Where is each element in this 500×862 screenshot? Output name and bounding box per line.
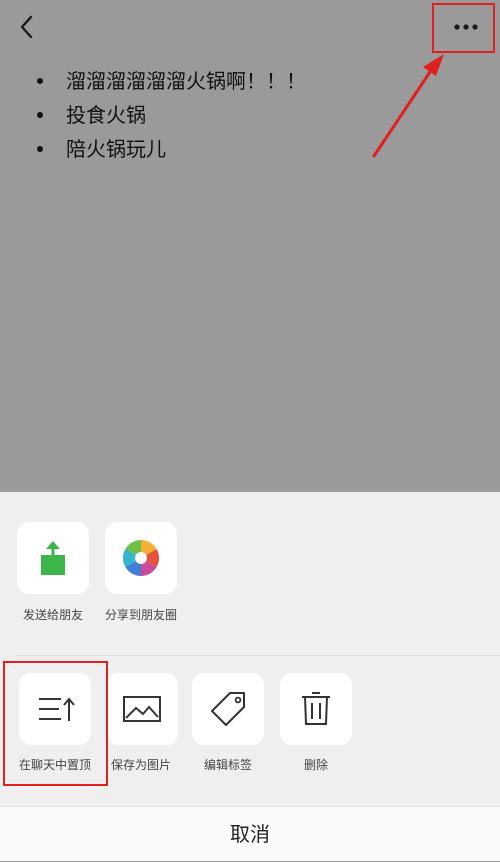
send-to-friend-button[interactable] <box>17 522 89 594</box>
cancel-button[interactable]: 取消 <box>0 806 500 861</box>
edit-tags-button[interactable] <box>192 673 264 745</box>
note-bullet-item: 陪火锅玩儿 <box>34 132 306 166</box>
trash-icon <box>302 692 330 725</box>
delete-label: 删除 <box>303 758 328 772</box>
share-to-moments-button[interactable] <box>105 522 177 594</box>
share-to-moments-label: 分享到朋友圈 <box>104 608 177 622</box>
back-button[interactable] <box>14 12 40 42</box>
more-button-highlight-box <box>432 3 495 53</box>
note-bullet-list: 溜溜溜溜溜溜火锅啊！！！ 投食火锅 陪火锅玩儿 <box>34 64 306 166</box>
note-content-area: 溜溜溜溜溜溜火锅啊！！！ 投食火锅 陪火锅玩儿 <box>0 0 500 492</box>
pin-to-top-highlight-box <box>3 661 108 786</box>
image-icon <box>123 696 161 722</box>
save-as-image-button[interactable] <box>106 673 178 745</box>
moments-icon <box>122 540 160 576</box>
sheet-divider <box>16 655 500 656</box>
send-to-friend-icon <box>41 541 65 575</box>
tag-icon <box>211 692 245 726</box>
delete-button[interactable] <box>280 673 352 745</box>
chevron-left-icon <box>20 15 33 39</box>
note-bullet-item: 溜溜溜溜溜溜火锅啊！！！ <box>34 64 306 98</box>
note-bullet-item: 投食火锅 <box>34 98 306 132</box>
